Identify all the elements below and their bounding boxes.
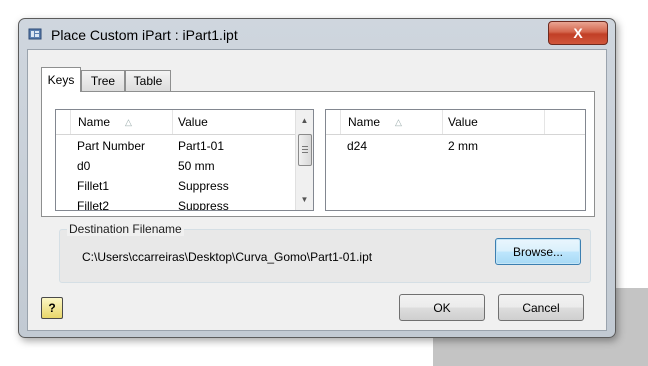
destination-group: C:\Users\ccarreiras\Desktop\Curva_Gomo\P… <box>59 229 591 283</box>
table-row[interactable]: Fillet2 Suppress <box>56 196 313 211</box>
keys-grid-scrollbar[interactable]: ▲ ▼ <box>295 110 313 210</box>
parameters-grid[interactable]: Name △ Value d24 2 mm <box>325 109 586 211</box>
grip-line <box>302 149 308 150</box>
scroll-up-icon[interactable]: ▲ <box>296 112 313 129</box>
sort-ascending-icon: △ <box>395 117 402 127</box>
place-custom-ipart-dialog: Place Custom iPart : iPart1.ipt X Keys T… <box>18 18 616 338</box>
table-row[interactable]: d24 2 mm <box>326 136 585 156</box>
header-spacer <box>326 110 341 134</box>
table-row[interactable]: Part Number Part1-01 <box>56 136 313 156</box>
scroll-down-icon[interactable]: ▼ <box>296 191 313 208</box>
parameters-grid-header: Name △ Value <box>326 110 585 135</box>
keys-grid-header: Name △ Value <box>56 110 313 135</box>
inventor-ipart-icon <box>28 28 42 40</box>
title-bar[interactable]: Place Custom iPart : iPart1.ipt X <box>19 19 615 49</box>
column-header-label: Name <box>78 115 111 129</box>
browse-button-label: Browse... <box>512 244 563 259</box>
ok-button-label: OK <box>433 300 451 315</box>
keys-tab-panel: Name △ Value Part Number Part1-01 d0 50 … <box>41 91 595 217</box>
tab-table[interactable]: Table <box>125 70 171 91</box>
browse-button[interactable]: Browse... <box>495 238 581 265</box>
tab-label: Tree <box>90 74 116 88</box>
tab-keys[interactable]: Keys <box>41 67 81 92</box>
dialog-client-area: Keys Tree Table Name △ Value Part Number… <box>27 49 607 331</box>
table-row[interactable]: d0 50 mm <box>56 156 313 176</box>
cell-name: Fillet2 <box>77 199 110 211</box>
grip-line <box>302 152 308 153</box>
cell-value: Suppress <box>178 179 229 193</box>
keys-grid[interactable]: Name △ Value Part Number Part1-01 d0 50 … <box>55 109 314 211</box>
cell-name: Part Number <box>77 139 146 153</box>
header-spacer <box>56 110 71 134</box>
cell-name: Fillet1 <box>77 179 110 193</box>
close-icon: X <box>573 25 583 41</box>
tab-label: Keys <box>47 73 75 87</box>
tab-tree[interactable]: Tree <box>81 70 125 91</box>
grip-line <box>302 146 308 147</box>
column-header-label: Value <box>448 115 478 129</box>
help-icon: ? <box>48 301 56 315</box>
cell-value: 50 mm <box>178 159 215 173</box>
column-header-label: Name <box>348 115 381 129</box>
sort-ascending-icon: △ <box>125 117 132 127</box>
destination-path: C:\Users\ccarreiras\Desktop\Curva_Gomo\P… <box>82 250 373 264</box>
column-header-name[interactable]: Name △ <box>341 110 443 134</box>
cancel-button[interactable]: Cancel <box>498 294 584 321</box>
scroll-thumb[interactable] <box>298 134 312 166</box>
table-row[interactable]: Fillet1 Suppress <box>56 176 313 196</box>
close-button[interactable]: X <box>548 21 608 45</box>
column-header-value[interactable]: Value <box>173 110 296 134</box>
cancel-button-label: Cancel <box>522 300 560 315</box>
column-header-label: Value <box>178 115 208 129</box>
destination-group-label: Destination Filename <box>67 222 184 236</box>
cell-name: d0 <box>77 159 91 173</box>
tab-label: Table <box>133 74 163 88</box>
cell-value: Suppress <box>178 199 229 211</box>
cell-name: d24 <box>347 139 368 153</box>
cell-value: 2 mm <box>448 139 478 153</box>
column-header-name[interactable]: Name △ <box>71 110 173 134</box>
cell-value: Part1-01 <box>178 139 225 153</box>
window-title: Place Custom iPart : iPart1.ipt <box>51 27 238 43</box>
column-header-value[interactable]: Value <box>443 110 545 134</box>
help-button[interactable]: ? <box>41 297 63 319</box>
ok-button[interactable]: OK <box>399 294 485 321</box>
